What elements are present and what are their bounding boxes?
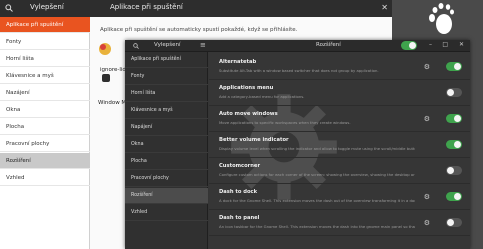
extension-toggle[interactable] <box>446 192 462 201</box>
close-icon[interactable]: ✕ <box>459 41 464 48</box>
extension-description: Add a category-based menu for applicatio… <box>219 94 305 99</box>
sidebar-title: Vylepšení <box>154 42 181 48</box>
back-headerbar: Vylepšení Aplikace při spuštění ✕ <box>0 0 392 17</box>
page-title: Rozšíření <box>316 42 341 48</box>
sidebar-item-power[interactable]: Napájení <box>125 120 208 136</box>
extension-settings-gear-icon[interactable]: ⚙ <box>424 219 430 227</box>
close-icon[interactable]: ✕ <box>381 3 388 12</box>
extension-row[interactable]: Customcorner Configure custom actions for… <box>209 158 470 184</box>
sidebar-title: Vylepšení <box>30 3 64 11</box>
hamburger-menu-icon[interactable]: ≡ <box>200 41 206 49</box>
sidebar-item-top-bar[interactable]: Horní lišta <box>0 51 90 67</box>
extension-row[interactable]: Better volume indicator Display volume le… <box>209 132 470 158</box>
extension-settings-gear-icon[interactable]: ⚙ <box>424 193 430 201</box>
extension-description: Display volume level when scrolling the … <box>219 146 415 151</box>
extension-row[interactable]: Dash to panel An icon taskbar for the Gno… <box>209 210 470 236</box>
page-title: Aplikace při spuštění <box>110 3 183 11</box>
front-sidebar: Aplikace při spuštění Fonty Horní lišta … <box>125 52 208 249</box>
extensions-list: Alternatetab Substitute Alt-Tab with a wi… <box>209 52 470 249</box>
extension-toggle[interactable] <box>446 140 462 149</box>
extension-row[interactable]: Applications menu Add a category-based me… <box>209 80 470 106</box>
back-sidebar: Aplikace při spuštění Fonty Horní lišta … <box>0 17 90 249</box>
sidebar-item-startup[interactable]: Aplikace při spuštění <box>0 17 90 33</box>
sidebar-item-windows[interactable]: Okna <box>125 137 208 153</box>
extension-toggle[interactable] <box>446 218 462 227</box>
extension-name: Better volume indicator <box>219 137 289 143</box>
sidebar-item-extensions[interactable]: Rozšíření <box>125 188 208 204</box>
extension-name: Dash to panel <box>219 215 260 221</box>
extension-toggle[interactable] <box>446 62 462 71</box>
app-icon <box>99 43 111 55</box>
front-headerbar: Vylepšení ≡ Rozšíření – □ ✕ <box>125 40 470 52</box>
extension-description: An icon taskbar for the Gnome Shell. Thi… <box>219 224 415 229</box>
extension-row[interactable]: Alternatetab Substitute Alt-Tab with a wi… <box>209 54 470 80</box>
extension-row[interactable]: Dash to dock A dock for the Gnome Shell. … <box>209 184 470 210</box>
sidebar-item-keyboard-mouse[interactable]: Klávesnice a myš <box>0 68 90 84</box>
extension-toggle[interactable] <box>446 88 462 97</box>
search-icon[interactable] <box>5 4 13 12</box>
extension-toggle[interactable] <box>446 166 462 175</box>
sidebar-item-fonts[interactable]: Fonty <box>0 34 90 50</box>
sidebar-item-appearance[interactable]: Vzhled <box>125 205 208 221</box>
extension-description: Substitute Alt-Tab with a window based s… <box>219 68 379 73</box>
extension-name: Dash to dock <box>219 189 258 195</box>
minimize-icon[interactable]: – <box>429 41 432 48</box>
sidebar-item-startup[interactable]: Aplikace při spuštění <box>125 52 208 68</box>
sidebar-item-keyboard-mouse[interactable]: Klávesnice a myš <box>125 103 208 119</box>
sidebar-item-extensions[interactable]: Rozšíření <box>0 153 90 169</box>
sidebar-item-top-bar[interactable]: Horní lišta <box>125 86 208 102</box>
sidebar-item-fonts[interactable]: Fonty <box>125 69 208 85</box>
sidebar-item-desktop[interactable]: Plocha <box>0 119 90 135</box>
sidebar-item-workspaces[interactable]: Pracovní plochy <box>125 171 208 187</box>
extension-name: Applications menu <box>219 85 274 91</box>
search-icon[interactable] <box>133 43 139 49</box>
extension-description: A dock for the Gnome Shell. This extensi… <box>219 198 415 203</box>
sidebar-item-workspaces[interactable]: Pracovní plochy <box>0 136 90 152</box>
extension-toggle[interactable] <box>446 114 462 123</box>
sidebar-item-desktop[interactable]: Plocha <box>125 154 208 170</box>
extension-settings-gear-icon[interactable]: ⚙ <box>424 63 430 71</box>
startup-hint-text: Aplikace při spuštění se automaticky spu… <box>100 27 298 33</box>
sidebar-item-power[interactable]: Nazájení <box>0 85 90 101</box>
extension-description: Move applications to specific workspaces… <box>219 120 351 125</box>
extension-name: Alternatetab <box>219 59 257 65</box>
extension-row[interactable]: Auto move windows Move applications to sp… <box>209 106 470 132</box>
extension-settings-gear-icon[interactable]: ⚙ <box>424 115 430 123</box>
gnome-foot-logo-icon <box>429 3 454 34</box>
sidebar-item-windows[interactable]: Okna <box>0 102 90 118</box>
terminal-icon <box>102 74 110 82</box>
extensions-master-toggle[interactable] <box>401 41 417 50</box>
tweaks-window-front: Vylepšení ≡ Rozšíření – □ ✕ Aplikace při… <box>125 40 470 249</box>
sidebar-item-appearance[interactable]: Vzhled <box>0 170 90 186</box>
extension-name: Customcorner <box>219 163 261 169</box>
extension-name: Auto move windows <box>219 111 278 117</box>
maximize-icon[interactable]: □ <box>442 41 448 48</box>
extension-description: Configure custom actions for each corner… <box>219 172 415 177</box>
